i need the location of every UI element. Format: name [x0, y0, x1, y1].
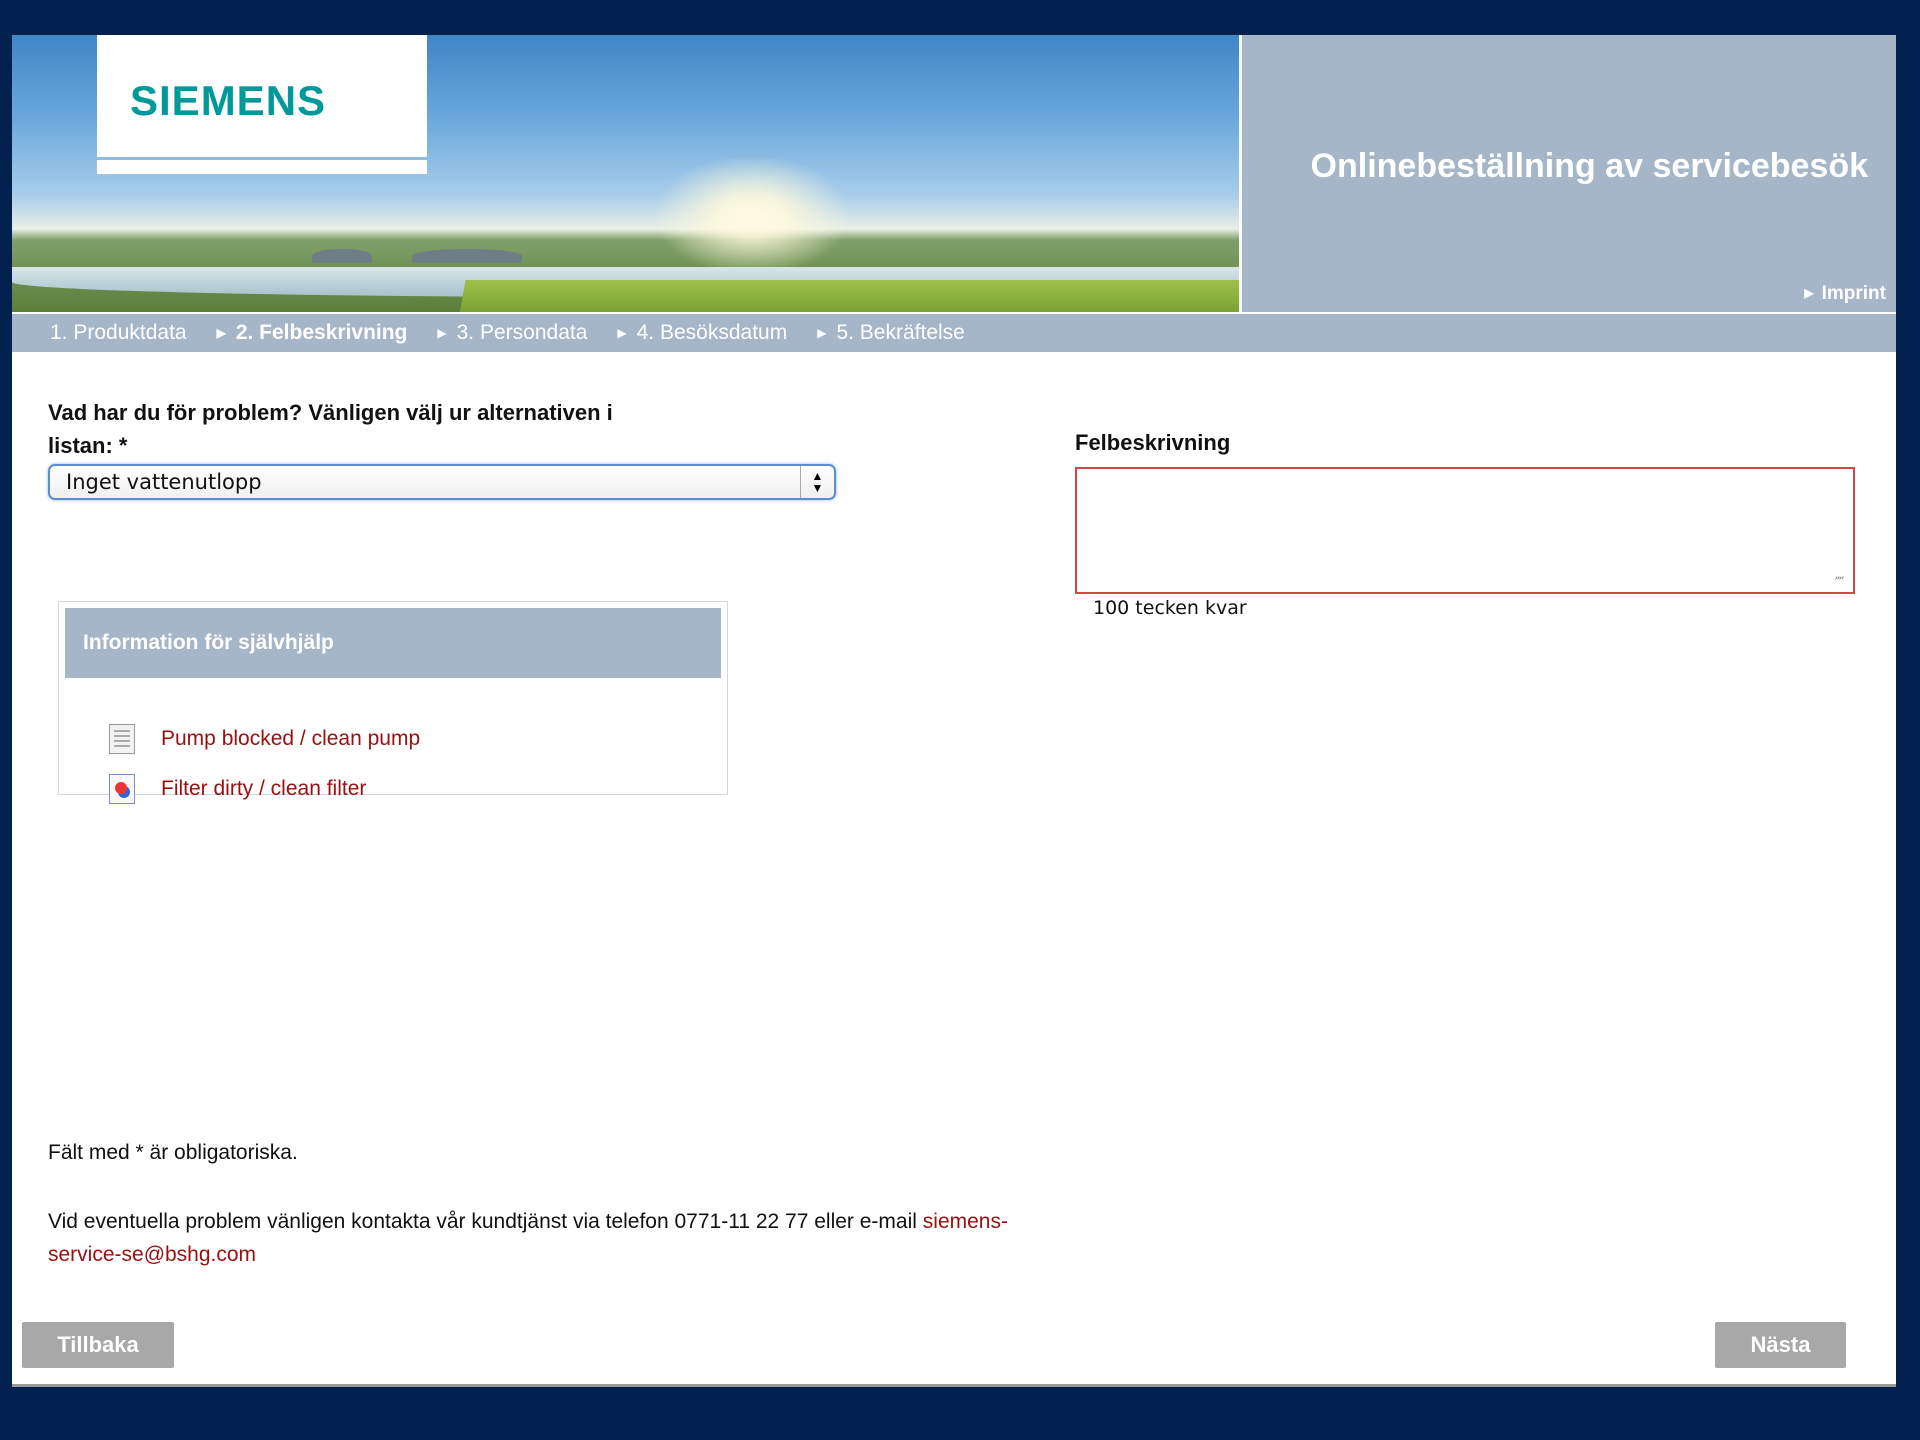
step-navigation: 1. Produktdata ▶ 2. Felbeskrivning ▶ 3. Pe… [12, 314, 1896, 352]
arrow-right-icon: ▶ [817, 326, 827, 340]
selfhelp-box: Information för självhjälp Pump blocked … [58, 601, 728, 804]
contact-text: Vid eventuella problem vänligen kontakta… [48, 1210, 917, 1233]
select-arrows-icon: ▲ ▼ [800, 466, 834, 498]
step-label: 1. Produktdata [50, 321, 187, 344]
image-file-icon [109, 774, 135, 804]
next-button[interactable]: Nästa [1715, 1322, 1846, 1368]
logo-stripe [97, 160, 427, 174]
banner-sun [652, 155, 852, 275]
page-title: Onlinebeställning av servicebesök [1310, 147, 1868, 185]
chars-left-counter: 100 tecken kvar [1093, 597, 1247, 619]
contact-info: Vid eventuella problem vänligen kontakta… [48, 1205, 1048, 1271]
header-banner-image: SIEMENS [12, 35, 1239, 312]
step-label: 5. Bekräftelse [836, 321, 965, 344]
problem-select-value: Inget vattenutlopp [66, 470, 262, 494]
siemens-logo[interactable]: SIEMENS [130, 77, 326, 125]
title-panel: Onlinebeställning av servicebesök ▶ Impri… [1242, 35, 1896, 312]
step-besoksdatum[interactable]: ▶ 4. Besöksdatum [617, 321, 787, 345]
selfhelp-link-pump[interactable]: Pump blocked / clean pump [109, 724, 420, 754]
step-label: 4. Besöksdatum [636, 321, 788, 344]
arrow-right-icon: ▶ [437, 326, 447, 340]
step-label: 3. Persondata [456, 321, 588, 344]
banner-hill [312, 249, 372, 263]
selfhelp-title: Information för självhjälp [65, 608, 721, 678]
description-textarea[interactable] [1075, 467, 1855, 594]
step-label: 2. Felbeskrivning [235, 321, 408, 344]
arrow-right-icon: ▶ [617, 326, 627, 340]
step-bekraftelse[interactable]: ▶ 5. Bekräftelse [817, 321, 965, 345]
imprint-label: Imprint [1821, 283, 1886, 304]
problem-select[interactable]: Inget vattenutlopp ▲ ▼ [48, 464, 836, 500]
description-label: Felbeskrivning [1075, 430, 1231, 455]
required-fields-note: Fält med * är obligatoriska. [48, 1141, 298, 1164]
step-persondata[interactable]: ▶ 3. Persondata [437, 321, 587, 345]
problem-question-label: Vad har du för problem? Vänligen välj ur… [48, 400, 613, 458]
step-felbeskrivning[interactable]: ▶ 2. Felbeskrivning [217, 321, 408, 345]
arrow-right-icon: ▶ [1804, 286, 1814, 300]
resize-grip-icon[interactable]: ⁗ [1835, 574, 1844, 591]
step-produktdata[interactable]: 1. Produktdata [50, 321, 187, 345]
selfhelp-link-filter[interactable]: Filter dirty / clean filter [109, 774, 366, 804]
banner-hill [412, 249, 522, 263]
document-icon [109, 724, 135, 754]
banner-grass [458, 280, 1239, 312]
selfhelp-link-label: Pump blocked / clean pump [161, 727, 421, 750]
back-button[interactable]: Tillbaka [22, 1322, 174, 1368]
arrow-right-icon: ▶ [216, 326, 226, 340]
bottom-divider [12, 1384, 1896, 1387]
selfhelp-link-label: Filter dirty / clean filter [161, 777, 367, 800]
imprint-link[interactable]: ▶ Imprint [1804, 283, 1886, 305]
